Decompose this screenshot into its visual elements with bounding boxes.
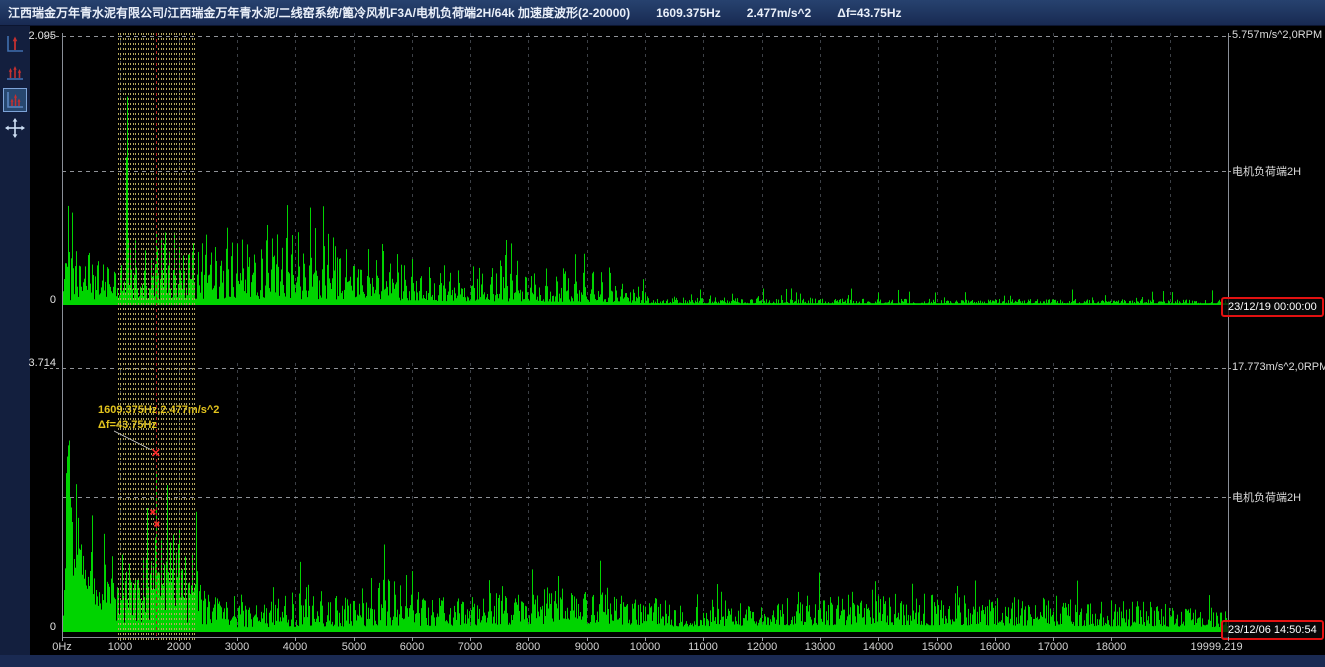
x-tick-label: 15000 (922, 641, 953, 653)
title-bar: 江西瑞金万年青水泥有限公司/江西瑞金万年青水泥/二线窑系统/篦冷风机F3A/电机… (0, 0, 1325, 26)
app-window: 江西瑞金万年青水泥有限公司/江西瑞金万年青水泥/二线窑系统/篦冷风机F3A/电机… (0, 0, 1325, 667)
x-tick-label: 4000 (283, 641, 307, 653)
harmonic-cursor-button[interactable] (3, 60, 27, 84)
x-tick-label: 1000 (108, 641, 132, 653)
harmonic-cursor-icon (4, 61, 26, 83)
top-chart-ymax-label: 2.095 (16, 30, 56, 42)
top-overall-value-label: 5.757m/s^2,0RPM (1232, 29, 1322, 41)
bottom-trace-timestamp-badge: 23/12/06 14:50:54 (1221, 620, 1324, 640)
x-tick-label: 8000 (516, 641, 540, 653)
bottom-channel-label: 电机负荷端2H (1232, 489, 1301, 505)
y-axis-line (62, 33, 63, 637)
top-spectrum-canvas[interactable] (62, 33, 1228, 305)
x-tick-label: 2000 (167, 641, 191, 653)
bottom-spectrum-canvas[interactable] (62, 363, 1228, 632)
delta-f-readout: Δf=43.75Hz (837, 6, 901, 20)
x-tick-label: 16000 (980, 641, 1011, 653)
cursor-amplitude-readout: 2.477m/s^2 (747, 6, 811, 20)
x-tick-label: 13000 (805, 641, 836, 653)
x-tick-label: 18000 (1096, 641, 1127, 653)
x-tick-label: 5000 (342, 641, 366, 653)
window-bottom-strip (0, 655, 1325, 667)
x-tick-label: 10000 (630, 641, 661, 653)
peak-annotation-line1: 1609.375Hz,2.477m/s^2 (98, 404, 219, 416)
bottom-overall-value-label: 17.773m/s^2,0RPM (1232, 361, 1325, 373)
top-trace-timestamp-badge: 23/12/19 00:00:00 (1221, 297, 1324, 317)
x-tick-label: 19999.219 (1191, 641, 1243, 653)
x-tick-label: 3000 (225, 641, 249, 653)
bottom-chart-ymax-label: 3.714 (16, 357, 56, 369)
x-tick-label: 17000 (1038, 641, 1069, 653)
tool-sidebar (0, 26, 30, 655)
right-frame-line (1228, 33, 1229, 637)
sideband-cursor-button[interactable] (3, 88, 27, 112)
x-tick-label: 7000 (458, 641, 482, 653)
pan-tool-button[interactable] (3, 116, 27, 140)
x-tick-label: 11000 (688, 641, 718, 653)
x-tick-label: 0Hz (52, 641, 72, 653)
top-channel-label: 电机负荷端2H (1232, 163, 1301, 179)
x-tick-label: 6000 (400, 641, 424, 653)
cursor-frequency-readout: 1609.375Hz (656, 6, 721, 20)
bottom-chart-zero-label: 0 (16, 621, 56, 633)
measurement-path: 江西瑞金万年青水泥有限公司/江西瑞金万年青水泥/二线窑系统/篦冷风机F3A/电机… (8, 4, 630, 21)
top-chart-zero-label: 0 (16, 294, 56, 306)
peak-annotation-line2: Δf=43.75Hz (98, 419, 157, 431)
sideband-cursor-icon (4, 89, 26, 111)
pan-move-icon (4, 117, 26, 139)
x-tick-label: 14000 (863, 641, 894, 653)
x-tick-label: 9000 (575, 641, 599, 653)
x-tick-label: 12000 (747, 641, 778, 653)
